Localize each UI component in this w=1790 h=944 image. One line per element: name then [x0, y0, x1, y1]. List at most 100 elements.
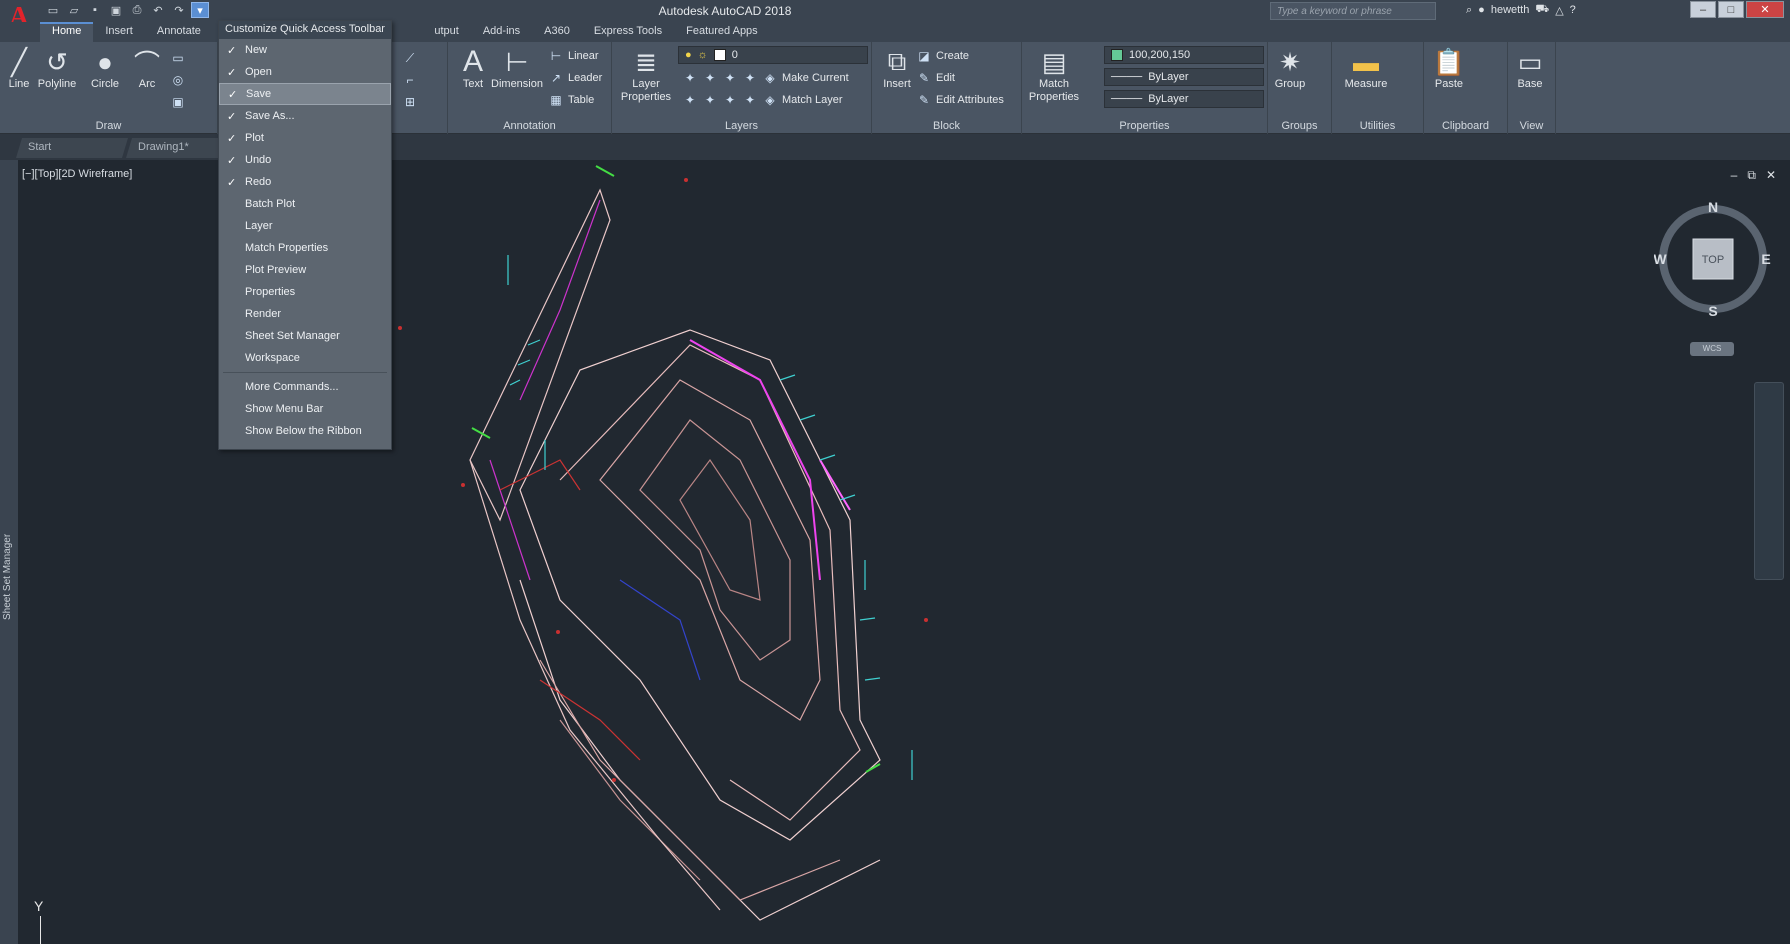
- paste-tool[interactable]: 📋 Paste: [1424, 46, 1474, 91]
- panel-title-groups[interactable]: Groups: [1268, 120, 1331, 132]
- view-panel: ▭ Base View: [1508, 42, 1556, 134]
- viewcube-north[interactable]: N: [1708, 200, 1718, 215]
- edit-block-tool[interactable]: ✎ Edit: [916, 68, 955, 88]
- viewcube-east[interactable]: E: [1761, 251, 1770, 267]
- menu-item-save-as[interactable]: ✓ Save As...: [219, 105, 391, 127]
- menu-item-match-properties[interactable]: Match Properties: [219, 237, 391, 259]
- panel-title-properties[interactable]: Properties: [1022, 120, 1267, 132]
- menu-item-redo[interactable]: ✓ Redo: [219, 171, 391, 193]
- tab-home[interactable]: Home: [40, 22, 94, 42]
- checkmark-icon: ✓: [227, 132, 237, 145]
- tab-output[interactable]: utput: [422, 22, 470, 42]
- tab-featured-apps[interactable]: Featured Apps: [674, 22, 770, 42]
- panel-title-utilities[interactable]: Utilities: [1332, 120, 1423, 132]
- panel-title-block[interactable]: Block: [872, 120, 1021, 132]
- panel-title-view[interactable]: View: [1508, 120, 1555, 132]
- navigation-bar[interactable]: [1754, 382, 1784, 580]
- binoculars-icon[interactable]: ⌕: [1466, 4, 1472, 17]
- viewcube-west[interactable]: W: [1654, 251, 1667, 267]
- layer-freeze-icon: ✦: [724, 71, 736, 85]
- a360-icon[interactable]: △: [1555, 4, 1563, 17]
- table-tool[interactable]: ▦ Table: [548, 90, 594, 110]
- linetype-combo[interactable]: ──── ByLayer: [1104, 68, 1264, 86]
- polyline-icon: ↺: [46, 46, 68, 77]
- maximize-button[interactable]: □: [1718, 1, 1744, 18]
- menu-item-new[interactable]: ✓ New: [219, 39, 391, 61]
- polyline-tool[interactable]: ↺ Polyline: [32, 46, 82, 91]
- base-tool[interactable]: ▭ Base: [1508, 46, 1552, 91]
- color-combo[interactable]: 100,200,150: [1104, 46, 1264, 64]
- edit-attributes-tool[interactable]: ✎ Edit Attributes: [916, 90, 1004, 110]
- menu-item-plot-preview[interactable]: Plot Preview: [219, 259, 391, 281]
- match-layer-tool[interactable]: ◈ Match Layer: [762, 90, 842, 110]
- menu-item-plot[interactable]: ✓ Plot: [219, 127, 391, 149]
- trim-tool[interactable]: ⟋: [402, 48, 418, 68]
- panel-title-annotation[interactable]: Annotation: [448, 120, 611, 132]
- menu-item-more-commands[interactable]: More Commands...: [219, 376, 391, 398]
- viewcube-top-face[interactable]: TOP: [1702, 254, 1724, 266]
- linear-tool[interactable]: ⊢ Linear: [548, 46, 599, 66]
- search-input[interactable]: Type a keyword or phrase: [1270, 2, 1436, 20]
- minimize-button[interactable]: –: [1690, 1, 1716, 18]
- dimension-tool[interactable]: ⊢ Dimension: [486, 46, 548, 91]
- layer-unisolate-icon: ✦: [704, 93, 716, 107]
- panel-title-clipboard[interactable]: Clipboard: [1424, 120, 1507, 132]
- tab-insert[interactable]: Insert: [93, 22, 145, 42]
- tab-a360[interactable]: A360: [532, 22, 582, 42]
- make-current-tool[interactable]: ◈ Make Current: [762, 68, 848, 88]
- group-tool[interactable]: ✷ Group: [1268, 46, 1312, 91]
- checkmark-icon: ✓: [227, 66, 237, 79]
- menu-item-open[interactable]: ✓ Open: [219, 61, 391, 83]
- menu-item-undo[interactable]: ✓ Undo: [219, 149, 391, 171]
- create-block-tool[interactable]: ◪ Create: [916, 46, 969, 66]
- ucs-y-axis-label: Y: [34, 898, 44, 914]
- menu-item-layer[interactable]: Layer: [219, 215, 391, 237]
- viewcube-south[interactable]: S: [1708, 303, 1717, 318]
- menu-item-save[interactable]: ✓ Save: [219, 83, 391, 105]
- cart-icon[interactable]: ⛟: [1535, 3, 1549, 17]
- menu-header: Customize Quick Access Toolbar: [219, 21, 391, 39]
- layer-properties-tool[interactable]: ≣ Layer Properties: [618, 46, 674, 104]
- menu-item-show-menu-bar[interactable]: Show Menu Bar: [219, 398, 391, 420]
- menu-item-batch-plot[interactable]: Batch Plot: [219, 193, 391, 215]
- boundary-tool[interactable]: ▣: [170, 92, 186, 112]
- wcs-menu[interactable]: WCS: [1690, 342, 1734, 356]
- tab-express-tools[interactable]: Express Tools: [582, 22, 674, 42]
- arc-tool[interactable]: ⌒ Arc: [122, 46, 172, 91]
- rectangle-tool[interactable]: ▭: [170, 48, 186, 68]
- insert-tool[interactable]: ⧉ Insert: [872, 46, 922, 90]
- hatch-tool[interactable]: ◎: [170, 70, 186, 90]
- layer-tools-row1[interactable]: ✦ ✦ ✦ ✦: [682, 68, 758, 88]
- panel-title-draw[interactable]: Draw: [0, 120, 217, 132]
- layer-combo[interactable]: ● ☼ 0: [678, 46, 868, 64]
- viewcube[interactable]: TOP N S E W: [1654, 200, 1772, 318]
- hatch-icon: ◎: [172, 73, 184, 87]
- window-title: Autodesk AutoCAD 2018: [658, 4, 792, 18]
- create-block-icon: ◪: [918, 49, 930, 63]
- menu-item-workspace[interactable]: Workspace: [219, 347, 391, 369]
- edit-attributes-icon: ✎: [918, 93, 930, 107]
- file-tab-start[interactable]: Start: [16, 138, 128, 158]
- paste-icon: 📋: [1432, 46, 1466, 77]
- menu-item-show-below-ribbon[interactable]: Show Below the Ribbon: [219, 420, 391, 442]
- properties-panel: ▤ Match Properties 100,200,150 ──── ByLaye…: [1022, 42, 1268, 134]
- lineweight-combo[interactable]: ──── ByLayer: [1104, 90, 1264, 108]
- fillet-tool[interactable]: ⌐: [402, 70, 418, 90]
- close-button[interactable]: ✕: [1746, 1, 1784, 18]
- panel-title-layers[interactable]: Layers: [612, 120, 871, 132]
- menu-item-render[interactable]: Render: [219, 303, 391, 325]
- table-icon: ▦: [550, 93, 562, 107]
- lineweight-line-icon: ────: [1111, 93, 1143, 105]
- help-icon[interactable]: ?: [1570, 4, 1576, 16]
- tab-add-ins[interactable]: Add-ins: [471, 22, 532, 42]
- customize-qat-menu: Customize Quick Access Toolbar ✓ New ✓ Ope…: [218, 20, 392, 450]
- leader-tool[interactable]: ↗ Leader: [548, 68, 602, 88]
- tab-annotate[interactable]: Annotate: [145, 22, 213, 42]
- layer-tools-row2[interactable]: ✦ ✦ ✦ ✦: [682, 90, 758, 110]
- array-tool[interactable]: ⊞: [402, 92, 418, 112]
- menu-item-properties[interactable]: Properties: [219, 281, 391, 303]
- measure-tool[interactable]: ▬ Measure: [1336, 46, 1396, 91]
- match-properties-tool[interactable]: ▤ Match Properties: [1028, 46, 1080, 104]
- menu-item-sheet-set-manager[interactable]: Sheet Set Manager: [219, 325, 391, 347]
- user-account[interactable]: ⌕ ● hewetth ⛟ △ ?: [1466, 3, 1576, 17]
